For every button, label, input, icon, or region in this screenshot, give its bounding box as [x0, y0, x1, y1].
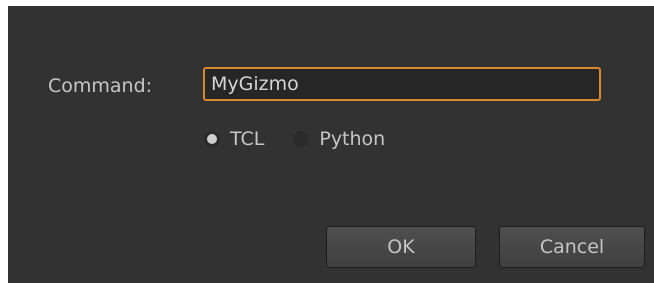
radio-python-label: Python	[319, 128, 386, 150]
radio-python[interactable]: Python	[293, 128, 385, 150]
command-dialog: Command: TCL Python OK Cancel	[8, 6, 654, 283]
radio-selected-dot-icon	[207, 134, 217, 144]
radio-tcl[interactable]: TCL	[204, 128, 264, 150]
radio-tcl-indicator-icon	[204, 131, 220, 147]
command-label: Command:	[48, 75, 153, 97]
ok-button[interactable]: OK	[326, 226, 476, 268]
radio-tcl-label: TCL	[230, 128, 265, 150]
command-input[interactable]	[203, 67, 601, 101]
cancel-button[interactable]: Cancel	[499, 226, 645, 268]
language-radio-group: TCL Python	[204, 126, 385, 152]
radio-python-indicator-icon	[293, 131, 310, 147]
